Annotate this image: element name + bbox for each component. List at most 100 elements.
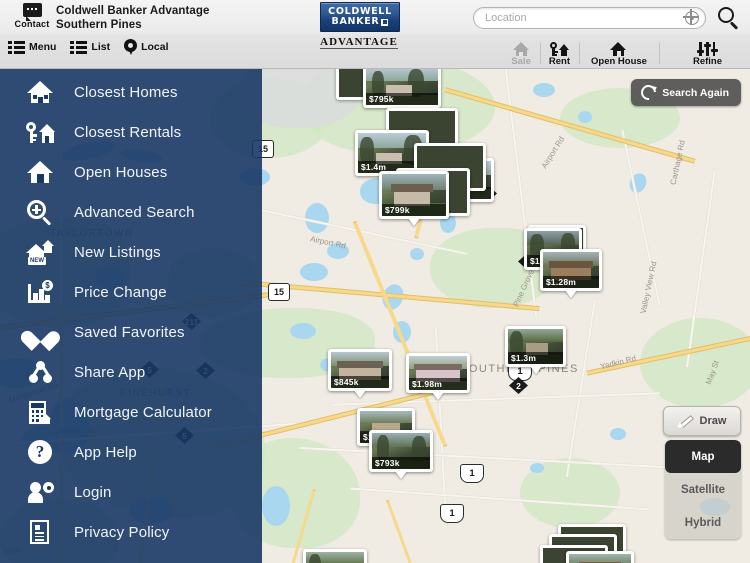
listing-card[interactable]: $795k (363, 68, 441, 115)
search-input[interactable] (473, 7, 706, 29)
open-house-icon (610, 42, 627, 56)
map-road (565, 298, 597, 478)
map-water (305, 203, 329, 233)
header-filter-group: Sale Rent Open House Refine (502, 38, 744, 67)
listing-price: $1.28m (543, 276, 599, 288)
map-road (621, 129, 661, 307)
listing-price: $793k (372, 457, 430, 469)
map-water (533, 83, 555, 97)
listing-card[interactable]: $793k (369, 430, 433, 479)
listing-card[interactable]: $895k (303, 549, 367, 563)
location-search-wrapper (473, 7, 706, 29)
listing-price: $1.98m (409, 378, 467, 390)
map-water (410, 248, 424, 260)
contact-button[interactable]: Contact (6, 2, 58, 29)
sidebar-item-label: Advanced Search (74, 203, 195, 221)
sidebar-item-privacy-policy[interactable]: Privacy Policy (0, 512, 262, 552)
hamburger-menu-icon (8, 40, 25, 54)
filter-tab-label: Refine (692, 56, 722, 67)
map-type-option-map[interactable]: Map (665, 440, 741, 473)
app-header: Contact Coldwell Banker Advantage Southe… (0, 0, 750, 69)
magnifier-plus-icon (26, 198, 56, 226)
sidebar-item-login[interactable]: Login (0, 472, 262, 512)
sidebar-item-share-app[interactable]: Share App (0, 352, 262, 392)
share-network-icon (26, 358, 56, 386)
map-highway (386, 499, 417, 563)
search-again-label: Search Again (662, 86, 729, 99)
draw-label: Draw (699, 415, 727, 427)
header-bottom-row: Menu List Local Sale Rent Open House Ref… (0, 38, 750, 67)
route-shield-15: 15 (268, 283, 290, 301)
local-label: Local (141, 41, 169, 53)
sidebar-item-label: Open Houses (74, 163, 168, 181)
filter-tab-sale[interactable]: Sale (502, 40, 540, 67)
sidebar-item-label: Share App (74, 363, 146, 381)
listing-card[interactable]: $1.3m (505, 326, 566, 374)
refresh-icon (638, 81, 660, 104)
sliders-icon (697, 42, 718, 56)
crosshair-icon[interactable] (683, 9, 699, 25)
search-again-button[interactable]: Search Again (631, 79, 741, 106)
map-road (300, 447, 720, 471)
header-top-row: Contact Coldwell Banker Advantage Southe… (0, 0, 750, 49)
listing-card[interactable]: $945k (566, 551, 634, 563)
list-icon (70, 40, 88, 54)
map-type-option-hybrid[interactable]: Hybrid (665, 506, 741, 539)
listing-price: $799k (382, 204, 446, 216)
sidebar-item-mortgage-calculator[interactable]: Mortgage Calculator (0, 392, 262, 432)
sidebar-item-label: Saved Favorites (74, 323, 185, 341)
logo-square-icon (381, 18, 389, 26)
listing-card[interactable]: $1.28m (540, 249, 602, 298)
draw-button[interactable]: Draw (663, 406, 741, 436)
sidebar-item-saved-favorites[interactable]: Saved Favorites (0, 312, 262, 352)
listing-price: $1.3m (508, 352, 563, 364)
filter-tab-refine[interactable]: Refine (658, 40, 744, 67)
map-green-area (640, 318, 750, 408)
menu-label: Menu (29, 41, 57, 53)
brand-line-2: Southern Pines (56, 18, 142, 31)
menu-button[interactable]: Menu (8, 40, 57, 54)
listing-card[interactable]: $799k (379, 171, 449, 226)
sidebar-item-label: Price Change (74, 283, 167, 301)
sidebar-item-advanced-search[interactable]: Advanced Search (0, 192, 262, 232)
map-water (300, 263, 328, 281)
key-house-icon (26, 118, 56, 146)
map-type-selector[interactable]: Map Satellite Hybrid (665, 440, 741, 539)
chat-bubble-icon (22, 3, 42, 21)
sidebar-item-label: Closest Rentals (74, 123, 182, 141)
map-type-option-satellite[interactable]: Satellite (665, 473, 741, 506)
filter-tab-label: Rent (548, 56, 570, 67)
heart-icon (26, 318, 56, 346)
search-button[interactable] (716, 6, 742, 32)
route-shield-us1: 1 (440, 504, 464, 523)
brand-title: Coldwell Banker Advantage Southern Pines (56, 5, 210, 32)
map-water (610, 428, 626, 440)
document-icon (26, 518, 56, 546)
filter-tab-label: Open House (591, 56, 647, 67)
sidebar-menu[interactable]: Closest Homes Closest Rentals Open House… (0, 68, 262, 563)
sidebar-item-app-help[interactable]: ? App Help (0, 432, 262, 472)
map-water (262, 486, 290, 526)
pencil-icon (675, 413, 694, 430)
listing-card[interactable]: $1.98m (406, 353, 470, 400)
user-gear-icon (26, 478, 56, 506)
house-icon (26, 78, 56, 106)
sidebar-item-closest-rentals[interactable]: Closest Rentals (0, 112, 262, 152)
sidebar-item-new-listings[interactable]: NEW New Listings (0, 232, 262, 272)
bar-chart-dollar-icon: $ (26, 278, 56, 306)
local-button[interactable]: Local (124, 39, 169, 55)
sidebar-item-open-houses[interactable]: Open Houses (0, 152, 262, 192)
sidebar-item-label: Login (74, 483, 112, 501)
sidebar-item-label: Mortgage Calculator (74, 403, 212, 421)
logo-line-2: BANKER (332, 17, 389, 27)
filter-tab-label: Sale (511, 56, 531, 67)
calculator-house-icon (26, 398, 56, 426)
listing-card[interactable]: $845k (328, 349, 392, 398)
filter-tab-open-house[interactable]: Open House (579, 40, 659, 67)
key-house-icon (549, 42, 569, 56)
sidebar-item-closest-homes[interactable]: Closest Homes (0, 72, 262, 112)
sidebar-item-price-change[interactable]: $ Price Change (0, 272, 262, 312)
filter-tab-rent[interactable]: Rent (539, 40, 579, 67)
list-button[interactable]: List (70, 40, 110, 54)
map-water (530, 463, 544, 473)
